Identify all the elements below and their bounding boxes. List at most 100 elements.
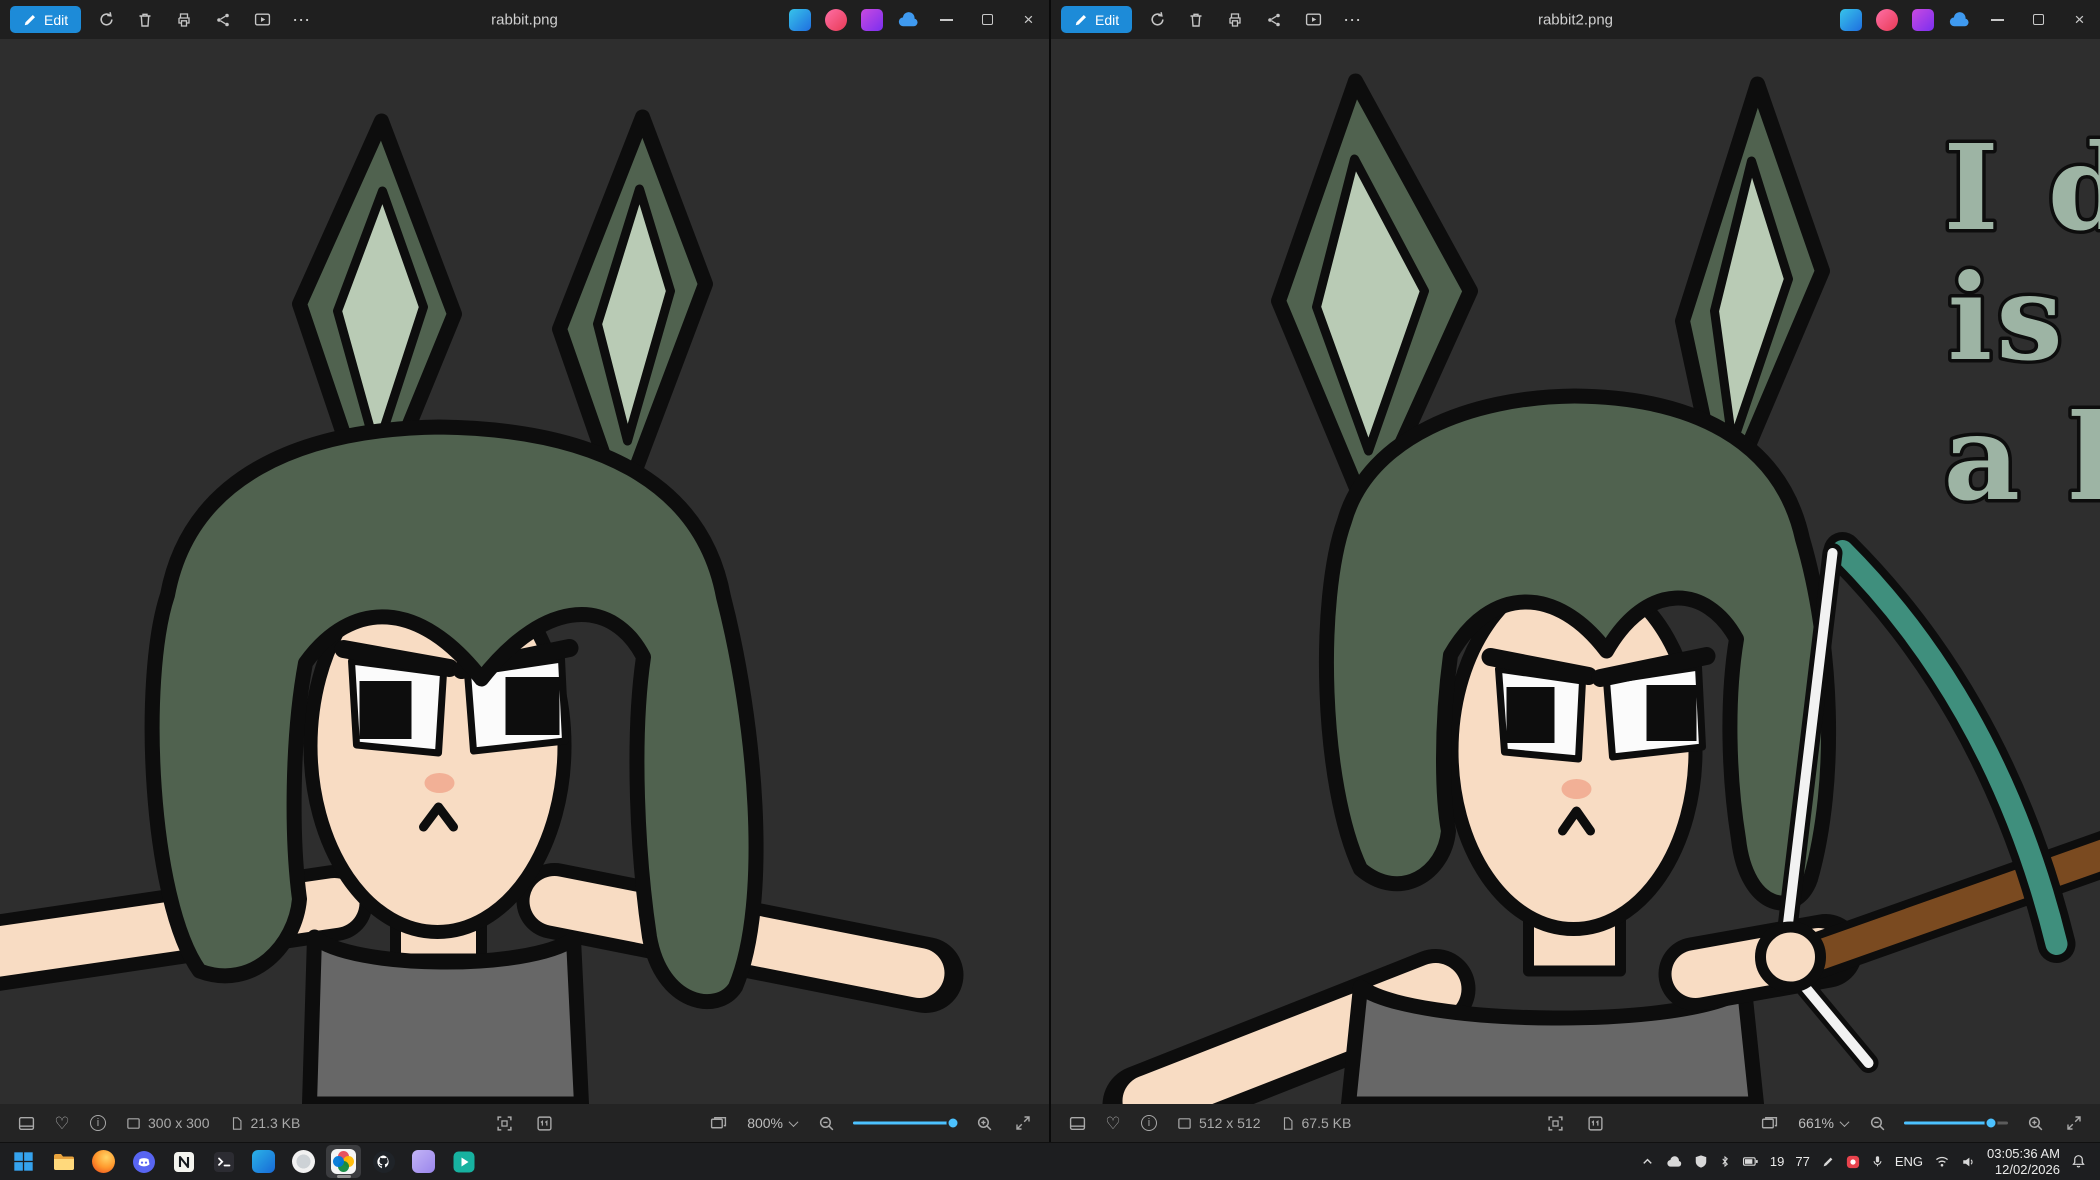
discord-button[interactable] bbox=[126, 1145, 161, 1178]
close-button[interactable]: × bbox=[2059, 0, 2100, 39]
gallery-toggle-button[interactable] bbox=[1751, 1108, 1787, 1138]
media-app-button[interactable] bbox=[446, 1145, 481, 1178]
more-button[interactable]: ⋯ bbox=[1334, 4, 1370, 35]
delete-button[interactable] bbox=[1178, 4, 1214, 35]
bell-icon bbox=[2071, 1154, 2086, 1169]
purple-app-button[interactable] bbox=[854, 4, 890, 35]
purple-taskbar-app-button[interactable] bbox=[406, 1145, 441, 1178]
zoom-slider[interactable] bbox=[853, 1113, 957, 1133]
tray-counter-a[interactable]: 19 bbox=[1770, 1154, 1784, 1169]
filmstrip-toggle-button[interactable] bbox=[1059, 1108, 1095, 1138]
tray-onedrive-button[interactable] bbox=[1666, 1156, 1683, 1168]
github-button[interactable] bbox=[366, 1145, 401, 1178]
tray-language[interactable]: ENG bbox=[1895, 1154, 1923, 1169]
actual-size-button[interactable] bbox=[527, 1108, 563, 1138]
rotate-button[interactable] bbox=[1139, 4, 1175, 35]
delete-button[interactable] bbox=[127, 4, 163, 35]
terminal-icon bbox=[212, 1150, 236, 1174]
record-icon bbox=[1846, 1155, 1860, 1169]
designer-app-button[interactable] bbox=[1833, 4, 1869, 35]
edit-button[interactable]: Edit bbox=[10, 6, 81, 33]
fullscreen-button[interactable] bbox=[1005, 1108, 1041, 1138]
start-button[interactable] bbox=[6, 1145, 41, 1178]
print-button[interactable] bbox=[1217, 4, 1253, 35]
terminal-button[interactable] bbox=[206, 1145, 241, 1178]
share-button[interactable] bbox=[1256, 4, 1292, 35]
titlebar-1[interactable]: Edit ⋯ rab bbox=[0, 0, 1049, 39]
print-button[interactable] bbox=[166, 4, 202, 35]
photos-app-button[interactable] bbox=[326, 1145, 361, 1178]
info-icon: i bbox=[1141, 1115, 1157, 1131]
clipchamp-app-button[interactable] bbox=[818, 4, 854, 35]
designer-app-button[interactable] bbox=[782, 4, 818, 35]
zoom-slider[interactable] bbox=[1904, 1113, 2008, 1133]
rotate-button[interactable] bbox=[88, 4, 124, 35]
slideshow-button[interactable] bbox=[244, 4, 280, 35]
tray-clock[interactable]: 03:05:36 AM 12/02/2026 bbox=[1987, 1146, 2060, 1177]
actual-size-button[interactable] bbox=[1578, 1108, 1614, 1138]
actual-size-icon bbox=[536, 1115, 553, 1132]
tray-bluetooth-button[interactable] bbox=[1719, 1154, 1731, 1169]
minimize-button[interactable] bbox=[926, 0, 967, 39]
zoom-level-select[interactable]: 661% bbox=[1790, 1108, 1856, 1138]
info-button[interactable]: i bbox=[80, 1108, 116, 1138]
share-button[interactable] bbox=[205, 4, 241, 35]
zoom-out-button[interactable] bbox=[1859, 1108, 1895, 1138]
zoom-slider-fill bbox=[1904, 1122, 1991, 1125]
photo-canvas-2[interactable]: I d is a b bbox=[1051, 39, 2100, 1104]
tray-pen-button[interactable] bbox=[1821, 1155, 1835, 1169]
close-button[interactable]: × bbox=[1008, 0, 1049, 39]
clipchamp-app-button[interactable] bbox=[1869, 4, 1905, 35]
zoom-slider-handle[interactable] bbox=[1985, 1117, 1998, 1130]
tray-volume-button[interactable] bbox=[1961, 1155, 1976, 1169]
maximize-button[interactable] bbox=[2018, 0, 2059, 39]
tray-mic-button[interactable] bbox=[1871, 1154, 1884, 1169]
zoom-out-button[interactable] bbox=[808, 1108, 844, 1138]
fullscreen-button[interactable] bbox=[2056, 1108, 2092, 1138]
firefox-icon bbox=[92, 1150, 115, 1173]
blue-app-button[interactable] bbox=[246, 1145, 281, 1178]
purple-app-button[interactable] bbox=[1905, 4, 1941, 35]
zoom-slider-fill bbox=[853, 1122, 953, 1125]
fullscreen-icon bbox=[2066, 1115, 2082, 1131]
maximize-icon bbox=[982, 14, 993, 25]
heart-icon: ♡ bbox=[1105, 1115, 1120, 1132]
minimize-button[interactable] bbox=[1977, 0, 2018, 39]
titlebar-2[interactable]: Edit ⋯ rab bbox=[1051, 0, 2100, 39]
wifi-icon bbox=[1934, 1155, 1950, 1168]
minimize-icon bbox=[940, 19, 953, 21]
favorite-button[interactable]: ♡ bbox=[1095, 1108, 1131, 1138]
cloud-icon bbox=[1666, 1156, 1683, 1168]
zoom-slider-handle[interactable] bbox=[946, 1117, 959, 1130]
edit-button[interactable]: Edit bbox=[1061, 6, 1132, 33]
tray-chevron-button[interactable] bbox=[1640, 1154, 1655, 1169]
maximize-button[interactable] bbox=[967, 0, 1008, 39]
gallery-toggle-button[interactable] bbox=[700, 1108, 736, 1138]
notion-button[interactable] bbox=[166, 1145, 201, 1178]
tray-counter-b[interactable]: 77 bbox=[1795, 1154, 1809, 1169]
zoom-level-select[interactable]: 800% bbox=[739, 1108, 805, 1138]
file-explorer-button[interactable] bbox=[46, 1145, 81, 1178]
onedrive-button[interactable] bbox=[890, 4, 926, 35]
photo-canvas-1[interactable] bbox=[0, 39, 1049, 1104]
info-button[interactable]: i bbox=[1131, 1108, 1167, 1138]
onedrive-button[interactable] bbox=[1941, 4, 1977, 35]
tray-security-button[interactable] bbox=[1694, 1154, 1708, 1169]
filmstrip-toggle-button[interactable] bbox=[8, 1108, 44, 1138]
more-button[interactable]: ⋯ bbox=[283, 4, 319, 35]
favorite-button[interactable]: ♡ bbox=[44, 1108, 80, 1138]
tray-record-button[interactable] bbox=[1846, 1155, 1860, 1169]
light-app-button[interactable] bbox=[286, 1145, 321, 1178]
tray-battery-button[interactable] bbox=[1742, 1155, 1759, 1168]
firefox-button[interactable] bbox=[86, 1145, 121, 1178]
microphone-icon bbox=[1871, 1154, 1884, 1169]
dimensions-value: 300 x 300 bbox=[148, 1115, 210, 1131]
statusbar-right-2: 661% bbox=[1751, 1108, 2092, 1138]
zoom-in-button[interactable] bbox=[966, 1108, 1002, 1138]
tray-network-button[interactable] bbox=[1934, 1155, 1950, 1168]
slideshow-button[interactable] bbox=[1295, 4, 1331, 35]
zoom-fit-button[interactable] bbox=[487, 1108, 523, 1138]
zoom-fit-button[interactable] bbox=[1538, 1108, 1574, 1138]
notification-bell-button[interactable] bbox=[2071, 1154, 2086, 1169]
zoom-in-button[interactable] bbox=[2017, 1108, 2053, 1138]
